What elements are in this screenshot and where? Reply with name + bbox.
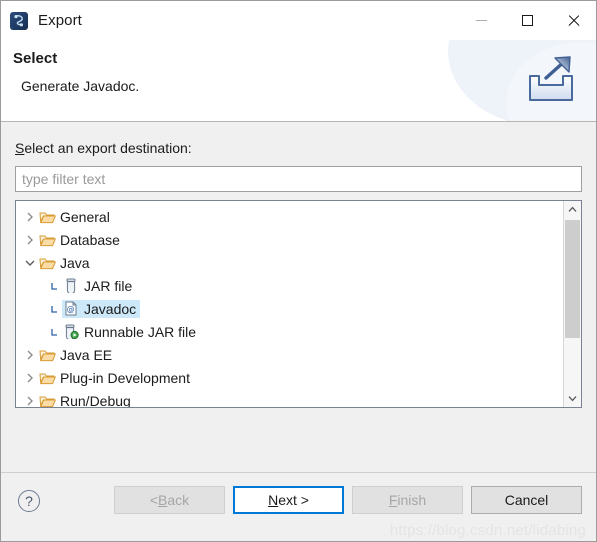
scroll-down-button[interactable]: [564, 390, 581, 407]
tree-item-label: Database: [60, 231, 120, 248]
finish-button-rest: inish: [397, 492, 427, 508]
chevron-right-icon[interactable]: [22, 350, 38, 360]
chevron-right-icon[interactable]: [22, 396, 38, 406]
javadoc-icon: @: [62, 301, 80, 317]
page-subtitle: Generate Javadoc.: [21, 78, 140, 94]
finish-button[interactable]: Finish: [352, 486, 463, 514]
tree-item-label: Plug-in Development: [60, 369, 190, 386]
tree-row[interactable]: Database: [16, 228, 563, 251]
wizard-buttons: < Back Next > Finish Cancel: [114, 486, 582, 514]
maximize-icon: [521, 15, 533, 26]
tree-row[interactable]: JAR file: [16, 274, 563, 297]
close-button[interactable]: [550, 1, 596, 40]
page-title: Select: [13, 50, 58, 67]
cancel-button[interactable]: Cancel: [471, 486, 582, 514]
eclipse-icon: [10, 11, 28, 30]
chevron-right-icon[interactable]: [22, 373, 38, 383]
tree-row-javadoc[interactable]: @ Javadoc: [16, 297, 563, 320]
tree-item-label: Runnable JAR file: [84, 323, 197, 340]
tree-leaf-connector-icon: [46, 325, 62, 339]
back-button-prefix: <: [149, 492, 159, 508]
next-button-rest: ext >: [278, 492, 309, 508]
folder-icon: [38, 232, 56, 248]
scrollbar-thumb[interactable]: [565, 220, 580, 338]
minimize-button[interactable]: [458, 1, 504, 40]
tree-item-label: Run/Debug: [60, 392, 131, 408]
tree-row[interactable]: Run/Debug: [16, 389, 563, 407]
tree-row[interactable]: Plug-in Development: [16, 366, 563, 389]
tree-leaf-connector-icon: [46, 279, 62, 293]
folder-icon: [38, 209, 56, 225]
filter-input[interactable]: [15, 166, 582, 192]
finish-button-mnemonic: F: [388, 492, 398, 508]
export-banner-icon: [522, 52, 580, 108]
chevron-down-icon[interactable]: [22, 259, 38, 267]
window-controls: [458, 1, 596, 40]
folder-icon: [38, 370, 56, 386]
back-button[interactable]: < Back: [114, 486, 225, 514]
svg-text:@: @: [67, 305, 75, 314]
tree-item-label: Java: [60, 254, 90, 271]
help-button[interactable]: ?: [18, 490, 40, 512]
maximize-button[interactable]: [504, 1, 550, 40]
destination-label-mnemonic: S: [15, 140, 25, 156]
folder-icon: [38, 255, 56, 271]
chevron-right-icon[interactable]: [22, 235, 38, 245]
tree-row[interactable]: Java EE: [16, 343, 563, 366]
window-title: Export: [38, 12, 82, 29]
scroll-up-button[interactable]: [564, 201, 581, 218]
export-destination-tree[interactable]: General Database Java JAR file @ Javadoc…: [15, 200, 582, 408]
jar-icon: [62, 278, 80, 294]
folder-icon: [38, 347, 56, 363]
scrollbar-track[interactable]: [564, 218, 581, 390]
tree-item-label: Java EE: [60, 346, 113, 363]
tree-row[interactable]: General: [16, 205, 563, 228]
wizard-header: Select Generate Javadoc.: [1, 40, 596, 122]
destination-label: Select an export destination:: [15, 140, 582, 156]
tree-row[interactable]: Java: [16, 251, 563, 274]
runnable-jar-icon: [62, 324, 80, 340]
cancel-button-rest: Cancel: [504, 492, 549, 508]
back-button-mnemonic: B: [158, 492, 168, 508]
tree-item-label: JAR file: [84, 277, 133, 294]
minimize-icon: [475, 20, 487, 21]
back-button-rest: ack: [167, 492, 190, 508]
destination-label-rest: elect an export destination:: [24, 140, 192, 156]
tree-row[interactable]: Runnable JAR file: [16, 320, 563, 343]
next-button-mnemonic: N: [268, 492, 279, 508]
tree-leaf-connector-icon: [46, 302, 62, 316]
dialog-body: Select an export destination: General: [1, 122, 596, 472]
dialog-footer: ? < Back Next > Finish Cancel https://bl…: [1, 472, 596, 541]
tree-items: General Database Java JAR file @ Javadoc…: [16, 201, 563, 407]
chevron-right-icon[interactable]: [22, 212, 38, 222]
close-icon: [567, 14, 580, 27]
watermark: https://blog.csdn.net/lidabing: [389, 522, 586, 539]
title-bar: Export: [1, 1, 596, 40]
export-dialog: Export Select Generate Javadoc. Select a…: [0, 0, 597, 542]
folder-icon: [38, 393, 56, 408]
tree-item-label: General: [60, 208, 110, 225]
next-button[interactable]: Next >: [233, 486, 344, 514]
tree-vertical-scrollbar[interactable]: [563, 201, 581, 407]
tree-item-label: Javadoc: [84, 300, 137, 317]
